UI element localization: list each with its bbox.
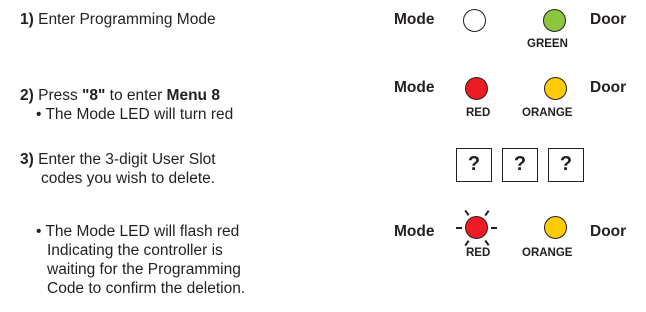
panel-2-mode-led-red xyxy=(465,77,488,100)
code-digit-box-2: ? xyxy=(502,148,538,182)
panel-2-door-led-caption: ORANGE xyxy=(522,107,573,119)
panel-1-door-label: Door xyxy=(590,11,627,28)
step-2-bullet: • The Mode LED will turn red xyxy=(36,106,234,123)
step-2-press: Press xyxy=(33,87,83,104)
step-2-number: 2) xyxy=(20,87,34,104)
step-4-bullet: • The Mode LED will flash red xyxy=(36,223,240,240)
panel-1-door-led-green xyxy=(543,9,566,32)
panel-2-mode-led-caption: RED xyxy=(466,107,491,119)
step-3-instruction: 3) Enter the 3-digit User Slot xyxy=(20,151,216,169)
flash-ray-left xyxy=(456,227,462,229)
step-3-line-1: Enter the 3-digit User Slot xyxy=(33,151,216,168)
code-digit-box-3: ? xyxy=(548,148,584,182)
panel-2-mode-label: Mode xyxy=(394,79,435,96)
flash-ray-top-right xyxy=(484,210,490,216)
step-4-line-3: waiting for the Programming xyxy=(47,261,241,278)
panel-1-mode-label: Mode xyxy=(394,11,435,28)
panel-1-mode-led-off xyxy=(463,9,486,32)
step-3-number: 3) xyxy=(20,151,34,168)
flash-ray-top-left xyxy=(464,210,470,216)
step-1-text: Enter Programming Mode xyxy=(33,11,216,28)
panel-4-door-label: Door xyxy=(590,223,627,240)
step-2-to-enter: to enter xyxy=(105,87,167,104)
panel-2-door-led-orange xyxy=(544,77,567,100)
flash-ray-right xyxy=(491,227,497,229)
panel-4-mode-led-caption: RED xyxy=(466,247,491,259)
step-1-number: 1) xyxy=(20,11,34,28)
step-4-line-4: Code to confirm the deletion. xyxy=(47,280,246,297)
panel-4-mode-label: Mode xyxy=(394,223,435,240)
panel-1-door-led-caption: GREEN xyxy=(527,38,568,50)
code-digit-box-1: ? xyxy=(456,148,492,182)
panel-4-door-led-caption: ORANGE xyxy=(522,247,573,259)
step-1-instruction: 1) Enter Programming Mode xyxy=(20,11,216,29)
step-3-line-2: codes you wish to delete. xyxy=(41,170,216,187)
panel-4-door-led-orange xyxy=(544,216,567,239)
step-2-menu: Menu 8 xyxy=(166,87,220,104)
panel-4-mode-led-flashing-red xyxy=(465,216,488,239)
step-4-line-2: Indicating the controller is xyxy=(47,242,223,259)
panel-2-door-label: Door xyxy=(590,79,627,96)
step-2-key: "8" xyxy=(82,87,106,104)
step-2-instruction: 2) Press "8" to enter Menu 8 xyxy=(20,87,220,105)
